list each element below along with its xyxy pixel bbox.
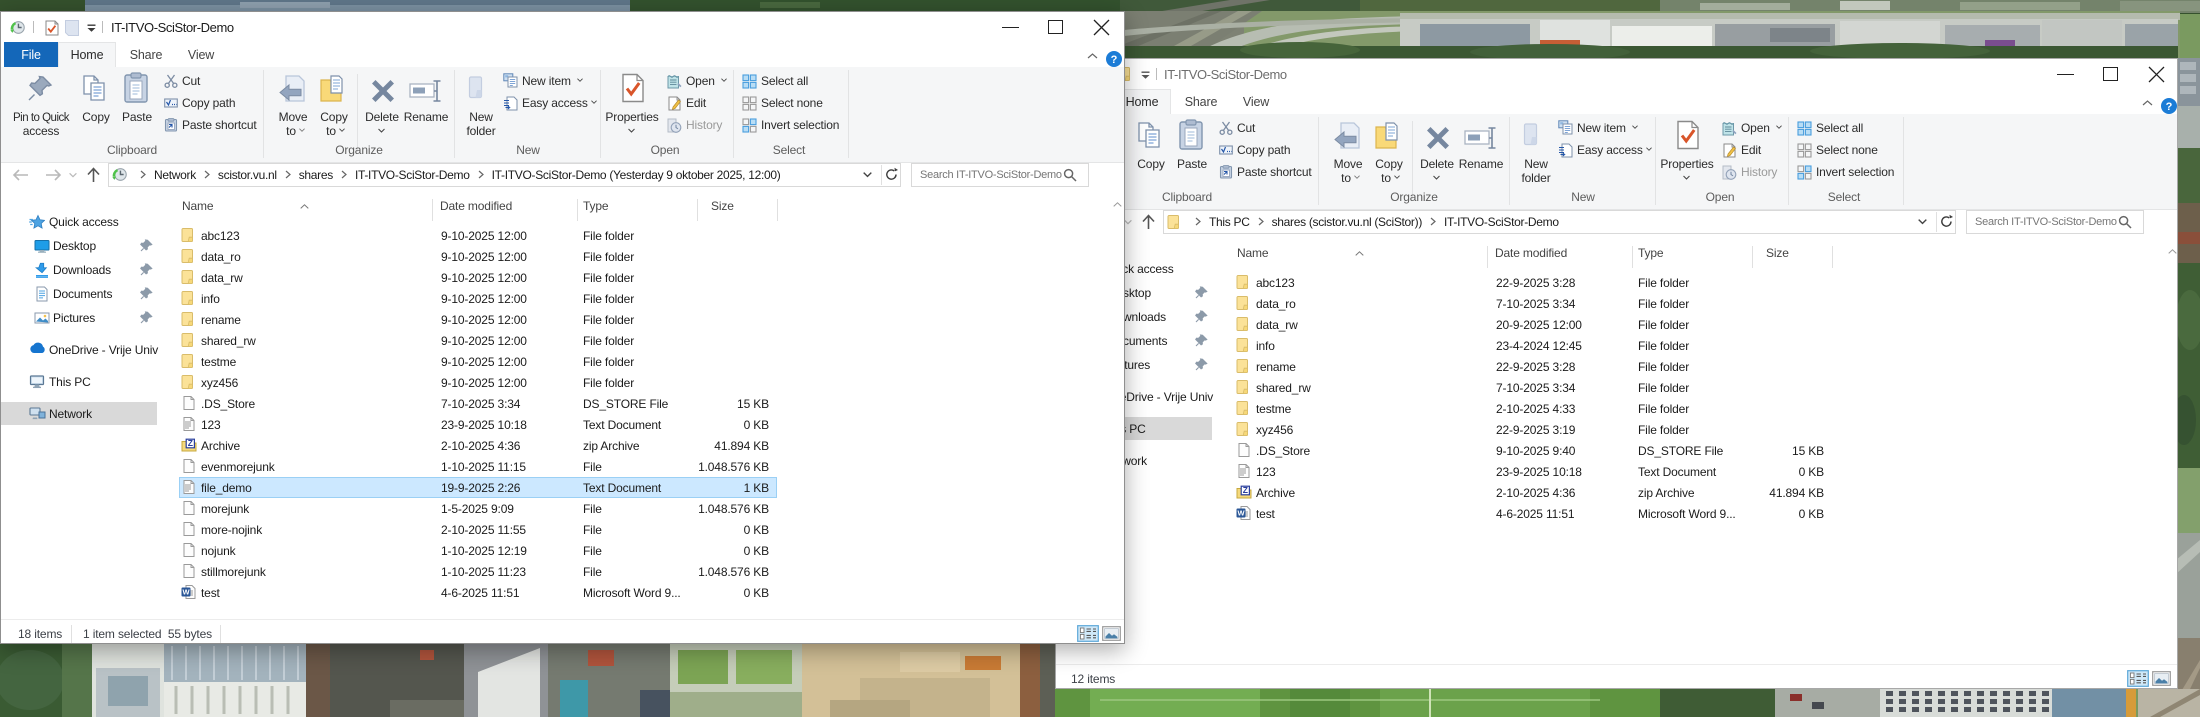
svg-text:W: W [182,587,190,596]
svg-text:Z: Z [188,438,193,448]
svg-text:W: W [1237,508,1245,517]
svg-text:Z: Z [1243,485,1248,495]
